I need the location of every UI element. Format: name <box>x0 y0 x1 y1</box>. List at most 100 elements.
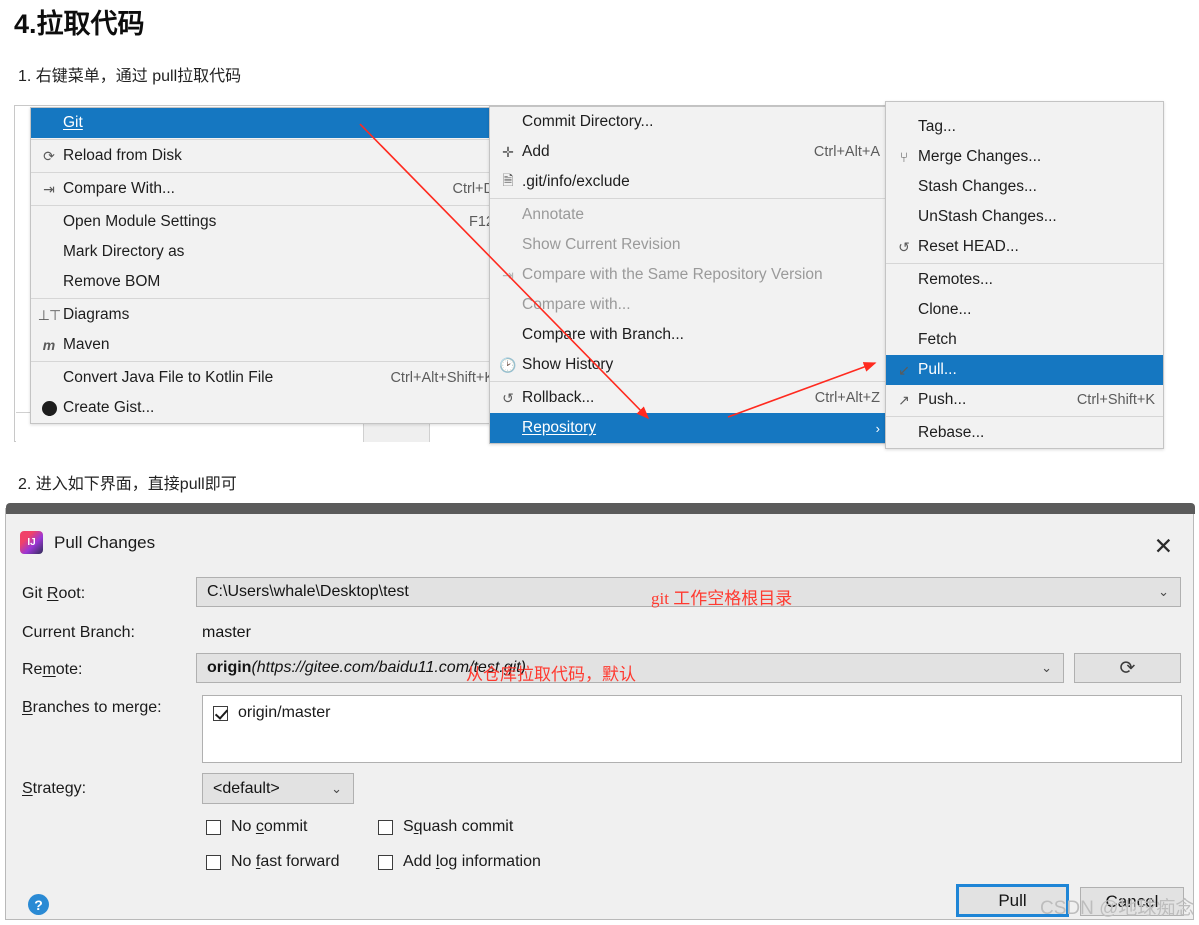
menu-item-diagrams[interactable]: ⊥⊤ Diagrams › <box>31 300 502 330</box>
chevron-down-icon: ⌄ <box>331 780 342 796</box>
menu-item-show-history[interactable]: 🕑 Show History <box>490 350 888 380</box>
menu-item-accelerator: Ctrl+Shift+K <box>1076 392 1155 408</box>
menu-separator <box>490 198 888 199</box>
menu-item-label: Merge Changes... <box>918 148 1042 165</box>
strategy-value: <default> <box>213 779 280 797</box>
menu-item-reset-head[interactable]: ↺ Reset HEAD... <box>886 232 1163 262</box>
menu-item-open-module-settings[interactable]: Open Module Settings F12 <box>31 207 502 237</box>
menu-item-label: Rebase... <box>918 424 985 441</box>
add-log-information-checkbox[interactable] <box>378 854 393 870</box>
menu-item-clipped <box>886 102 1163 112</box>
branch-label: origin/master <box>238 704 331 721</box>
menu-item-rebase[interactable]: Rebase... <box>886 418 1163 448</box>
context-menu-left[interactable]: Git › ⟳ Reload from Disk ⇥ Compare With.… <box>30 107 503 424</box>
menu-item-mark-directory-as[interactable]: Mark Directory as › <box>31 237 502 267</box>
csdn-watermark: CSDN @地球痴念 <box>1040 898 1195 919</box>
intellij-idea-icon <box>20 531 43 554</box>
menu-item-stash-changes[interactable]: Stash Changes... <box>886 172 1163 202</box>
menu-item-accelerator: Ctrl+D <box>452 181 495 197</box>
menu-item-create-gist[interactable]: Create Gist... <box>31 393 502 423</box>
no-fast-forward-label: No fast forward <box>231 853 340 870</box>
menu-separator <box>490 381 888 382</box>
menu-item-label: Repository <box>522 419 597 436</box>
menu-item-git-info-exclude[interactable]: 🗎 .git/info/exclude <box>490 167 888 197</box>
strategy-combobox[interactable]: <default> ⌄ <box>202 773 354 804</box>
no-fast-forward-checkbox[interactable] <box>206 854 221 870</box>
menu-item-commit-directory[interactable]: Commit Directory... <box>490 107 888 137</box>
squash-commit-label: Squash commit <box>403 818 514 835</box>
no-commit-label: No commit <box>231 818 308 835</box>
menu-item-compare-same-repo-version: ⇥ Compare with the Same Repository Versi… <box>490 260 888 290</box>
no-commit-checkbox-row[interactable]: No commit <box>206 818 307 836</box>
menu-item-compare-with-branch[interactable]: Compare with Branch... <box>490 320 888 350</box>
branches-to-merge-list[interactable]: origin/master <box>202 695 1182 763</box>
branches-to-merge-label: Branches to merge: <box>22 699 162 716</box>
pull-button-label: Pull <box>998 890 1027 910</box>
menu-item-label: Add <box>522 143 550 160</box>
no-fast-forward-checkbox-row[interactable]: No fast forward <box>206 853 340 871</box>
menu-item-pull[interactable]: ↙ Pull... <box>886 355 1163 385</box>
list-item[interactable]: origin/master <box>203 696 1181 722</box>
menu-item-accelerator: Ctrl+Alt+Z <box>814 390 880 406</box>
squash-commit-checkbox[interactable] <box>378 819 393 835</box>
menu-item-push[interactable]: ↗ Push... Ctrl+Shift+K <box>886 385 1163 415</box>
push-arrow-icon: ↗ <box>898 391 910 408</box>
menu-item-git[interactable]: Git › <box>31 108 502 138</box>
git-root-annotation: git 工作空格根目录 <box>651 589 793 608</box>
current-branch-label: Current Branch: <box>22 624 135 641</box>
plus-icon: ✛ <box>502 143 514 160</box>
menu-item-label: Reset HEAD... <box>918 238 1019 255</box>
menu-item-merge-changes[interactable]: ⑂ Merge Changes... <box>886 142 1163 172</box>
menu-item-unstash-changes[interactable]: UnStash Changes... <box>886 202 1163 232</box>
rollback-icon: ↺ <box>502 389 514 406</box>
page-title: 4.拉取代码 <box>14 9 145 39</box>
menu-item-label: Compare with Branch... <box>522 326 684 343</box>
refresh-icon: ⟳ <box>43 147 55 164</box>
menu-item-remotes[interactable]: Remotes... <box>886 265 1163 295</box>
menu-item-label: Push... <box>918 391 967 408</box>
menu-item-label: Clone... <box>918 301 972 318</box>
help-button[interactable]: ? <box>28 894 49 915</box>
menu-item-maven[interactable]: m Maven › <box>31 330 502 360</box>
add-log-information-checkbox-row[interactable]: Add log information <box>378 853 541 871</box>
menu-item-label: Compare with... <box>522 296 631 313</box>
menu-item-convert-java-to-kotlin[interactable]: Convert Java File to Kotlin File Ctrl+Al… <box>31 363 502 393</box>
menu-item-remove-bom[interactable]: Remove BOM <box>31 267 502 297</box>
maven-icon: m <box>42 337 56 353</box>
menu-item-label: Annotate <box>522 206 585 223</box>
branch-checkbox[interactable] <box>213 705 228 721</box>
menu-item-tag[interactable]: Tag... <box>886 112 1163 142</box>
menu-item-label: Show Current Revision <box>522 236 681 253</box>
compare-icon: ⇥ <box>43 180 55 197</box>
pull-changes-dialog: Pull Changes ✕ Git Root: C:\Users\whale\… <box>5 503 1195 920</box>
menu-item-repository[interactable]: Repository › <box>490 413 888 443</box>
chevron-down-icon: ⌄ <box>1041 660 1052 675</box>
menu-item-annotate: Annotate <box>490 200 888 230</box>
menu-separator <box>31 205 502 206</box>
menu-separator <box>31 298 502 299</box>
menu-item-rollback[interactable]: ↺ Rollback... Ctrl+Alt+Z <box>490 383 888 413</box>
menu-item-accelerator: Ctrl+Alt+Shift+K <box>390 370 494 386</box>
menu-item-show-current-revision: Show Current Revision <box>490 230 888 260</box>
context-menu-screenshot: Git › ⟳ Reload from Disk ⇥ Compare With.… <box>14 101 1164 449</box>
menu-separator <box>31 172 502 173</box>
close-icon[interactable]: ✕ <box>1154 535 1173 558</box>
refresh-remotes-button[interactable]: ⟳ <box>1074 653 1181 683</box>
menu-item-add[interactable]: ✛ Add Ctrl+Alt+A <box>490 137 888 167</box>
context-submenu-repository[interactable]: Tag... ⑂ Merge Changes... Stash Changes.… <box>885 101 1164 449</box>
context-submenu-git[interactable]: Commit Directory... ✛ Add Ctrl+Alt+A 🗎 .… <box>489 106 889 444</box>
menu-item-compare-with[interactable]: ⇥ Compare With... Ctrl+D <box>31 174 502 204</box>
current-branch-value: master <box>202 624 251 641</box>
menu-item-label: Commit Directory... <box>522 113 654 130</box>
compare-icon: ⇥ <box>502 266 514 283</box>
menu-item-label: Remove BOM <box>63 273 161 290</box>
menu-item-label: Open Module Settings <box>63 213 217 230</box>
squash-commit-checkbox-row[interactable]: Squash commit <box>378 818 513 836</box>
menu-item-fetch[interactable]: Fetch <box>886 325 1163 355</box>
menu-item-label: Reload from Disk <box>63 147 182 164</box>
menu-item-clone[interactable]: Clone... <box>886 295 1163 325</box>
no-commit-checkbox[interactable] <box>206 819 221 835</box>
menu-item-reload-from-disk[interactable]: ⟳ Reload from Disk <box>31 141 502 171</box>
menu-item-label: Git <box>63 114 83 131</box>
git-root-value: C:\Users\whale\Desktop\test <box>207 583 409 600</box>
